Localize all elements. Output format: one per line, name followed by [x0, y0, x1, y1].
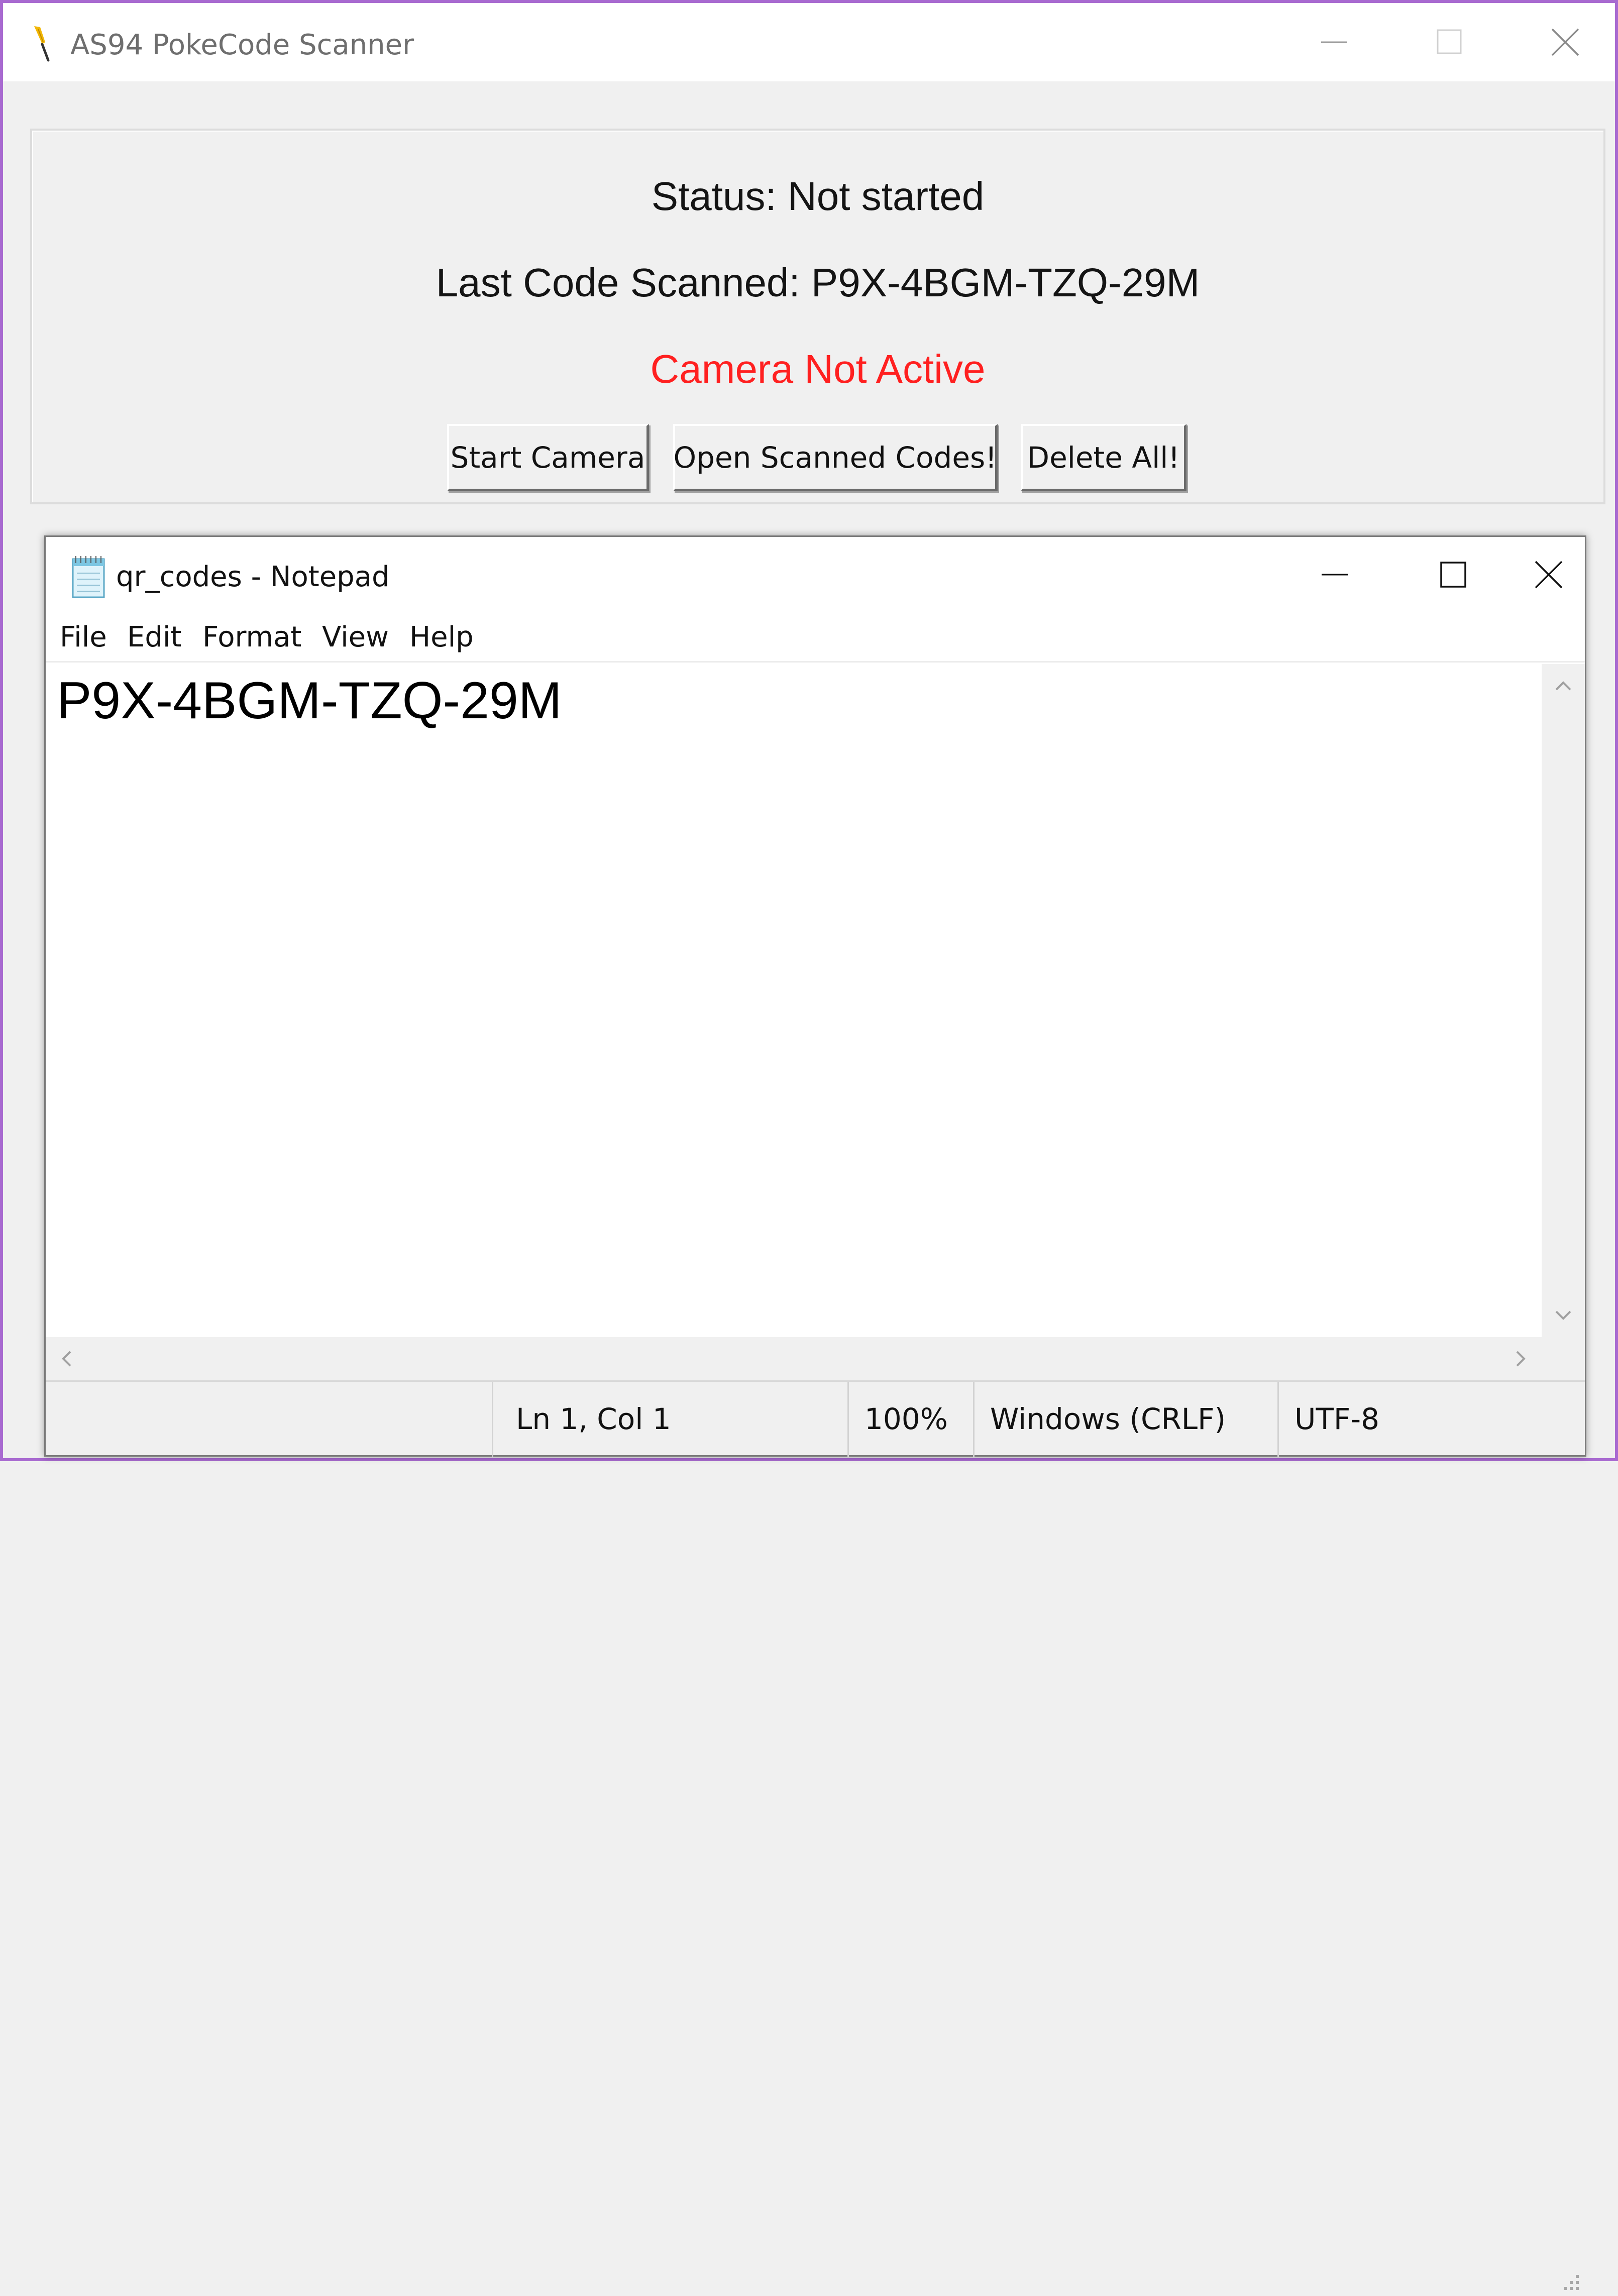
scanner-window-title: AS94 PokeCode Scanner	[70, 29, 414, 61]
menu-edit[interactable]: Edit	[127, 612, 181, 663]
menu-view[interactable]: View	[322, 612, 389, 663]
last-code-label: Last Code Scanned: P9X-4BGM-TZQ-29M	[436, 260, 1200, 305]
camera-state-label: Camera Not Active	[650, 347, 986, 391]
menu-format[interactable]: Format	[202, 612, 301, 663]
notepad-title-bar[interactable]: qr_codes - Notepad	[46, 537, 1585, 612]
notepad-maximize-button[interactable]	[1394, 537, 1513, 612]
status-divider	[847, 1382, 849, 1457]
horizontal-scrollbar[interactable]	[46, 1337, 1542, 1380]
status-bar: Ln 1, Col 1 100% Windows (CRLF) UTF-8	[46, 1380, 1585, 2290]
chevron-right-icon	[1516, 1351, 1526, 1367]
zoom-level: 100%	[865, 1402, 948, 1436]
scanner-minimize-button[interactable]	[1276, 3, 1392, 81]
encoding: UTF-8	[1295, 1402, 1380, 1436]
scroll-down-button[interactable]	[1542, 1294, 1585, 1337]
scroll-right-button[interactable]	[1498, 1337, 1542, 1380]
cursor-position: Ln 1, Col 1	[516, 1402, 671, 1436]
start-camera-button[interactable]: Start Camera	[447, 424, 649, 491]
scrollbar-corner	[1542, 1337, 1585, 1380]
close-icon	[1551, 28, 1579, 56]
status-divider	[1277, 1382, 1279, 1457]
scanner-close-button[interactable]	[1507, 3, 1618, 81]
scroll-up-button[interactable]	[1542, 664, 1585, 707]
menu-help[interactable]: Help	[409, 612, 474, 663]
chevron-left-icon	[62, 1351, 71, 1367]
chevron-up-icon	[1555, 681, 1571, 691]
scanner-maximize-button[interactable]	[1392, 3, 1507, 81]
editor-content[interactable]: P9X-4BGM-TZQ-29M	[57, 668, 562, 733]
status-label: Status: Not started	[651, 174, 985, 218]
chevron-down-icon	[1555, 1310, 1571, 1320]
scroll-left-button[interactable]	[46, 1337, 89, 1380]
notepad-window-title: qr_codes - Notepad	[116, 561, 390, 593]
maximize-icon	[1437, 29, 1462, 54]
notepad-icon	[72, 556, 105, 598]
line-endings: Windows (CRLF)	[990, 1402, 1226, 1436]
notepad-window: qr_codes - Notepad File Edit Format View…	[44, 535, 1586, 2290]
menu-bar: File Edit Format View Help	[46, 612, 1585, 663]
maximize-icon	[1440, 562, 1466, 588]
resize-grip-icon[interactable]	[1557, 2271, 1582, 2296]
status-divider	[492, 1382, 493, 1457]
scanner-title-bar[interactable]: AS94 PokeCode Scanner	[3, 3, 1615, 81]
close-icon	[1535, 561, 1563, 589]
feather-pen-icon	[34, 26, 50, 62]
notepad-close-button[interactable]	[1513, 537, 1585, 612]
minimize-icon	[1322, 574, 1348, 576]
menu-file[interactable]: File	[60, 612, 107, 663]
vertical-scrollbar[interactable]	[1542, 664, 1585, 1337]
open-scanned-codes-button[interactable]: Open Scanned Codes!	[673, 424, 998, 491]
text-editor[interactable]: P9X-4BGM-TZQ-29M	[46, 664, 1542, 1337]
minimize-icon	[1321, 41, 1347, 43]
status-divider	[973, 1382, 975, 1457]
notepad-minimize-button[interactable]	[1275, 537, 1394, 612]
delete-all-button[interactable]: Delete All!	[1021, 424, 1186, 491]
